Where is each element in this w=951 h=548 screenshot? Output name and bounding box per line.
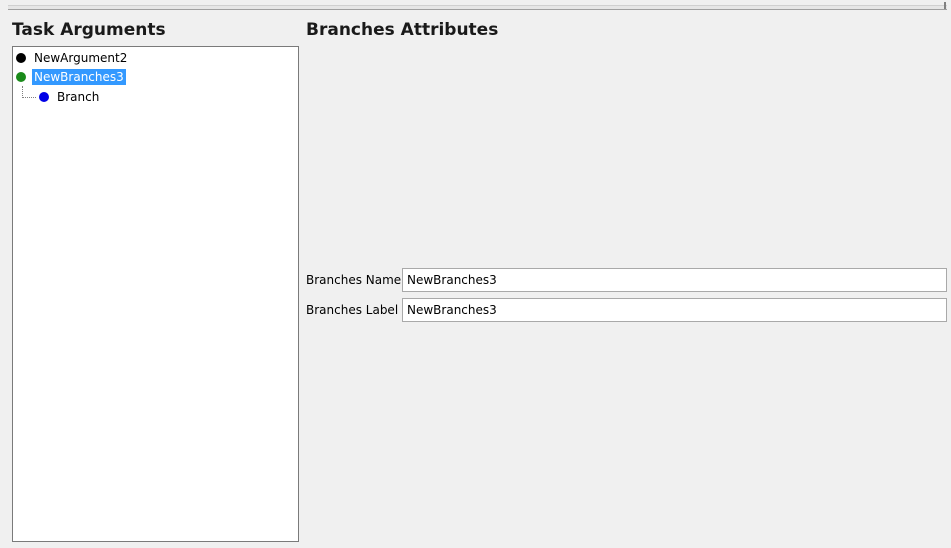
tree-item-newargument2[interactable]: NewArgument2 <box>16 49 129 67</box>
branches-attributes-heading: Branches Attributes <box>306 20 499 40</box>
top-separator <box>8 5 947 10</box>
tree-item-label: NewBranches3 <box>32 69 126 85</box>
black-circle-icon <box>16 53 26 63</box>
tree-item-label: Branch <box>57 90 100 104</box>
tree-item-label: NewArgument2 <box>34 51 128 65</box>
task-arguments-tree[interactable]: NewArgument2 NewBranches3 Branch <box>12 46 299 542</box>
editor-panel: Task Arguments Branches Attributes NewAr… <box>0 0 951 548</box>
top-separator-end <box>944 2 946 9</box>
branches-name-label: Branches Name <box>306 273 402 287</box>
branches-label-field[interactable] <box>402 298 947 322</box>
tree-connector <box>22 97 36 98</box>
task-arguments-heading: Task Arguments <box>12 20 166 40</box>
branches-name-field[interactable] <box>402 268 947 292</box>
blue-circle-icon <box>39 92 49 102</box>
green-circle-icon <box>16 72 26 82</box>
tree-item-branch[interactable]: Branch <box>39 88 101 106</box>
tree-item-newbranches3[interactable]: NewBranches3 <box>16 68 126 86</box>
branches-label-label: Branches Label <box>306 303 399 317</box>
